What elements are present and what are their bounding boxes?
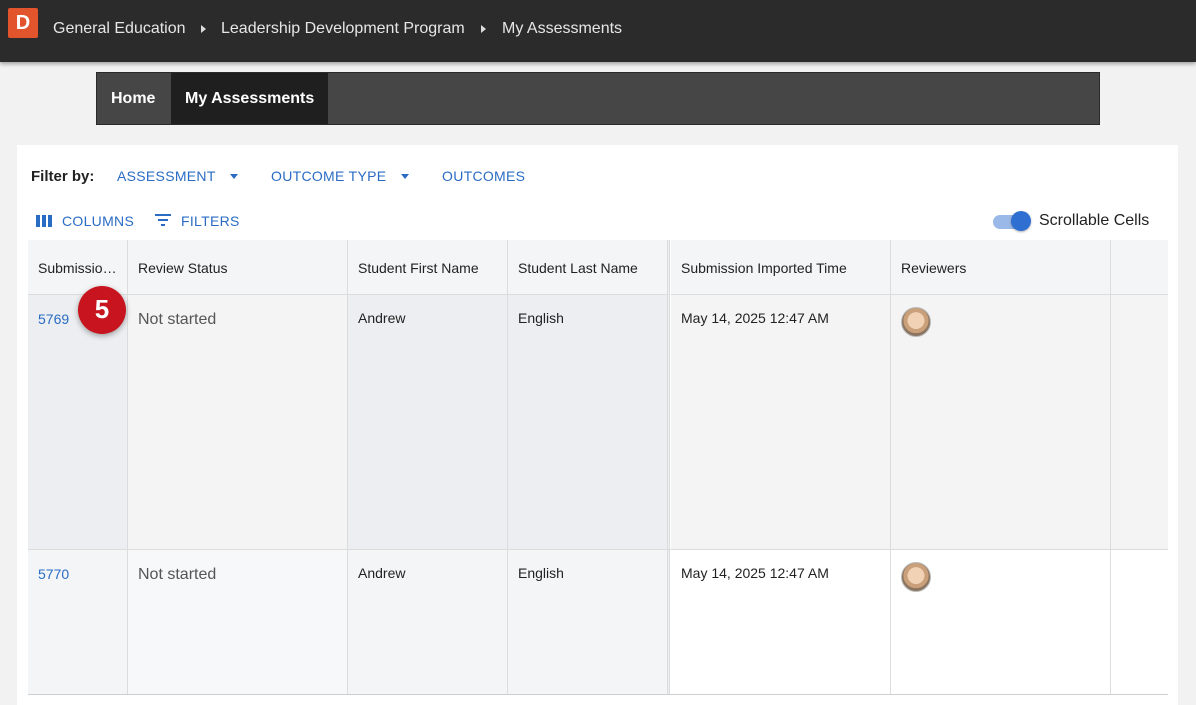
filter-icon[interactable] bbox=[155, 214, 171, 226]
breadcrumb-my-assessments: My Assessments bbox=[502, 20, 623, 37]
first-name-text: Andrew bbox=[358, 565, 406, 581]
table-cell: English bbox=[508, 550, 667, 695]
table-cell: 5770 bbox=[28, 550, 127, 695]
table-cell: Not started bbox=[128, 550, 347, 695]
first-name-text: Andrew bbox=[358, 310, 406, 326]
tab-my-assessments[interactable]: My Assessments bbox=[171, 73, 329, 124]
column-imported-time: Submission Imported Time May 14, 2025 12… bbox=[671, 240, 891, 695]
filter-assessment-dropdown[interactable]: ASSESSMENT bbox=[117, 168, 216, 184]
step-callout-badge: 5 bbox=[78, 286, 126, 334]
caret-down-icon[interactable] bbox=[230, 174, 238, 179]
caret-down-icon[interactable] bbox=[401, 174, 409, 179]
table-bottom-border bbox=[28, 694, 1168, 695]
header-submission[interactable]: Submissio… bbox=[28, 240, 127, 295]
filters-button[interactable]: FILTERS bbox=[181, 213, 240, 229]
header-last-name[interactable]: Student Last Name bbox=[508, 240, 667, 295]
filter-outcome-type-dropdown[interactable]: OUTCOME TYPE bbox=[271, 168, 386, 184]
header-first-name[interactable]: Student First Name bbox=[348, 240, 507, 295]
table-cell bbox=[891, 295, 1110, 550]
filter-by-label: Filter by: bbox=[31, 168, 95, 185]
last-name-text: English bbox=[518, 310, 564, 326]
toggle-thumb[interactable] bbox=[1011, 211, 1031, 231]
table-cell: Not started bbox=[128, 295, 347, 550]
scrollable-cells-label: Scrollable Cells bbox=[1039, 212, 1150, 229]
submission-link[interactable]: 5770 bbox=[38, 566, 69, 582]
reviewer-avatar[interactable] bbox=[901, 307, 931, 337]
chevron-right-icon bbox=[481, 25, 486, 33]
table-cell bbox=[1111, 550, 1168, 695]
nav-bar: Home My Assessments bbox=[96, 72, 1100, 125]
header-reviewers[interactable]: Reviewers bbox=[891, 240, 1110, 295]
top-bar: D General Education Leadership Developme… bbox=[0, 0, 1196, 62]
table-cell: May 14, 2025 12:47 AM bbox=[671, 295, 890, 550]
columns-icon[interactable] bbox=[36, 215, 52, 227]
filter-outcomes[interactable]: OUTCOMES bbox=[442, 168, 525, 184]
header-overflow bbox=[1111, 240, 1168, 295]
header-imported-time[interactable]: Submission Imported Time bbox=[671, 240, 890, 295]
review-status-text: Not started bbox=[138, 311, 217, 328]
table-cell: Andrew bbox=[348, 295, 507, 550]
chevron-right-icon bbox=[201, 25, 206, 33]
table-cell bbox=[891, 550, 1110, 695]
column-last-name: Student Last Name English English bbox=[508, 240, 670, 695]
table-cell: Andrew bbox=[348, 550, 507, 695]
submissions-table: Submissio… 5769 5770 Review Status Not s… bbox=[28, 240, 1168, 695]
app-logo[interactable]: D bbox=[8, 8, 38, 38]
imported-time-text: May 14, 2025 12:47 AM bbox=[681, 565, 829, 581]
last-name-text: English bbox=[518, 565, 564, 581]
review-status-text: Not started bbox=[138, 566, 217, 583]
row-divider bbox=[28, 549, 1168, 550]
column-overflow bbox=[1111, 240, 1168, 695]
breadcrumb-general-education[interactable]: General Education bbox=[53, 20, 186, 38]
table-cell: English bbox=[508, 295, 667, 550]
breadcrumb-leadership-program[interactable]: Leadership Development Program bbox=[221, 20, 465, 38]
column-review-status: Review Status Not started Not started bbox=[128, 240, 348, 695]
column-reviewers: Reviewers bbox=[891, 240, 1111, 695]
header-review-status[interactable]: Review Status bbox=[128, 240, 347, 295]
submission-link[interactable]: 5769 bbox=[38, 311, 69, 327]
columns-button[interactable]: COLUMNS bbox=[62, 213, 134, 229]
tab-home[interactable]: Home bbox=[97, 73, 169, 124]
table-cell: May 14, 2025 12:47 AM bbox=[671, 550, 890, 695]
reviewer-avatar[interactable] bbox=[901, 562, 931, 592]
column-first-name: Student First Name Andrew Andrew bbox=[348, 240, 508, 695]
imported-time-text: May 14, 2025 12:47 AM bbox=[681, 310, 829, 326]
table-cell: 5769 bbox=[28, 295, 127, 550]
assessments-panel: Filter by: ASSESSMENT OUTCOME TYPE OUTCO… bbox=[17, 145, 1178, 705]
